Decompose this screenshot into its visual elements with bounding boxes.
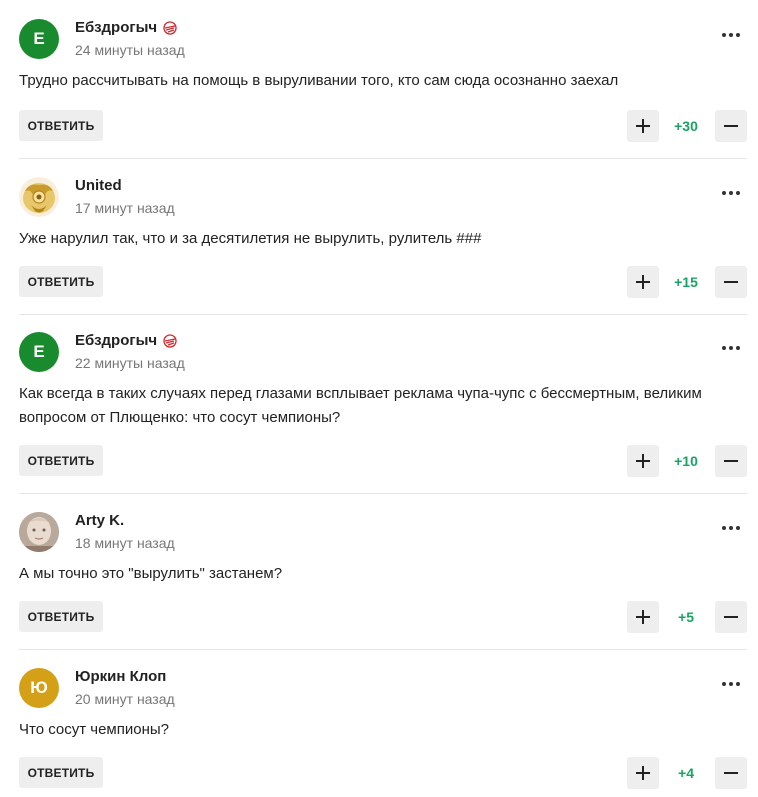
author-name[interactable]: United [75, 177, 122, 195]
upvote-button[interactable] [627, 445, 659, 477]
minus-icon [724, 460, 738, 462]
upvote-button[interactable] [627, 601, 659, 633]
reply-button[interactable]: ОТВЕТИТЬ [19, 757, 103, 788]
vote-score: +15 [674, 274, 698, 290]
author-label: United [75, 177, 122, 194]
more-options-icon[interactable] [716, 25, 746, 45]
avatar[interactable] [19, 512, 59, 552]
golden-emblem-icon [23, 183, 55, 213]
comment-time: 22 минуты назад [75, 355, 185, 371]
author-label: Arty K. [75, 512, 125, 529]
downvote-button[interactable] [715, 110, 747, 142]
more-options-icon[interactable] [716, 518, 746, 538]
upvote-button[interactable] [627, 266, 659, 298]
spartak-badge-icon [163, 21, 177, 35]
comment-text: Как всегда в таких случаях перед глазами… [19, 385, 702, 426]
avatar-letter: Е [33, 342, 45, 361]
downvote-button[interactable] [715, 757, 747, 789]
divider [19, 649, 747, 650]
minus-icon [724, 772, 738, 774]
author-name[interactable]: Arty K. [75, 512, 124, 530]
author-label: Ебздрогыч [75, 332, 158, 349]
divider [19, 493, 747, 494]
downvote-button[interactable] [715, 601, 747, 633]
comment-text: Что сосут чемпионы? [19, 721, 169, 738]
vote-score: +5 [678, 609, 694, 625]
spartak-badge-icon [163, 334, 177, 348]
vote-score: +4 [678, 765, 694, 781]
photo-avatar-icon [19, 512, 59, 552]
divider [19, 158, 747, 159]
plus-icon-vertical [642, 275, 644, 289]
downvote-button[interactable] [715, 445, 747, 477]
avatar-letter: Ю [30, 678, 48, 697]
comment-time: 24 минуты назад [75, 42, 185, 58]
author-label: Ебздрогыч [75, 19, 158, 36]
minus-icon [724, 616, 738, 618]
minus-icon [724, 125, 738, 127]
author-name[interactable]: Ебздрогыч [75, 332, 177, 350]
comment-time: 18 минут назад [75, 535, 175, 551]
more-options-icon[interactable] [716, 183, 746, 203]
avatar-letter: Е [33, 29, 45, 48]
plus-icon-vertical [642, 766, 644, 780]
upvote-button[interactable] [627, 757, 659, 789]
minus-icon [724, 281, 738, 283]
comment-text: А мы точно это "вырулить" застанем? [19, 565, 283, 582]
more-options-icon[interactable] [716, 338, 746, 358]
comment-time: 20 минут назад [75, 691, 175, 707]
reply-button[interactable]: ОТВЕТИТЬ [19, 445, 103, 476]
author-label: Юркин Клоп [75, 668, 167, 685]
reply-button[interactable]: ОТВЕТИТЬ [19, 110, 103, 141]
author-name[interactable]: Ебздрогыч [75, 19, 177, 37]
plus-icon-vertical [642, 454, 644, 468]
author-name[interactable]: Юркин Клоп [75, 668, 166, 686]
plus-icon-vertical [642, 119, 644, 133]
avatar[interactable]: Е [19, 332, 59, 372]
avatar[interactable]: Ю [19, 668, 59, 708]
more-options-icon[interactable] [716, 674, 746, 694]
comment-text: Трудно рассчитывать на помощь в вырулива… [19, 72, 619, 89]
divider [19, 314, 747, 315]
comment-text: Уже нарулил так, что и за десятилетия не… [19, 230, 482, 247]
reply-button[interactable]: ОТВЕТИТЬ [19, 601, 103, 632]
plus-icon-vertical [642, 610, 644, 624]
upvote-button[interactable] [627, 110, 659, 142]
avatar[interactable] [19, 177, 59, 217]
reply-button[interactable]: ОТВЕТИТЬ [19, 266, 103, 297]
avatar[interactable]: Е [19, 19, 59, 59]
vote-score: +10 [674, 453, 698, 469]
vote-score: +30 [674, 118, 698, 134]
downvote-button[interactable] [715, 266, 747, 298]
comment-time: 17 минут назад [75, 200, 175, 216]
